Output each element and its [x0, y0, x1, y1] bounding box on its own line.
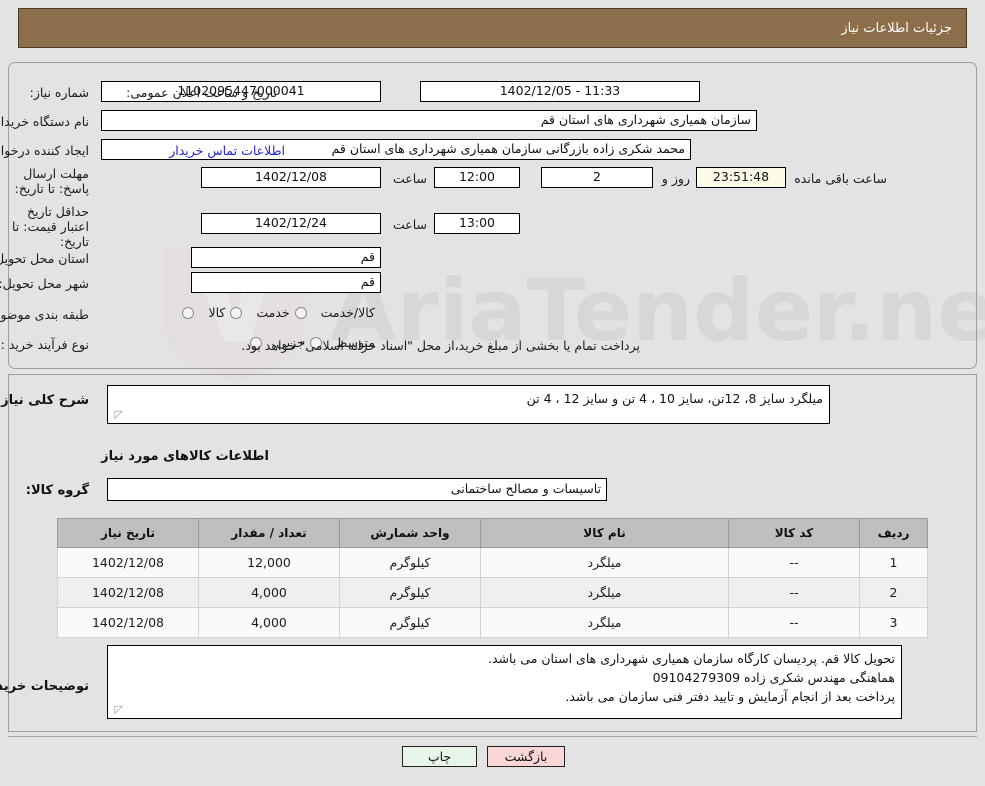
items-table: ردیف کد کالا نام کالا واحد شمارش تعداد /… — [57, 518, 928, 638]
classification-option-1[interactable]: کالا — [182, 305, 225, 320]
radio-icon[interactable] — [182, 306, 195, 319]
price-validity-label: حداقل تاریخ اعتبار قیمت: تا تاریخ: — [11, 204, 89, 249]
radio-icon[interactable] — [294, 306, 307, 319]
cell-unit: کیلوگرم — [339, 607, 481, 638]
buyer-org-value[interactable]: سازمان همیاری شهرداری های استان قم — [101, 110, 757, 131]
cell-name: میلگرد — [480, 547, 729, 578]
summary-textarea[interactable]: میلگرد سایز 8، 12تن، سایز 10 ، 4 تن و سا… — [107, 385, 830, 424]
classification-label: طبقه بندی موضوعی: — [0, 307, 89, 322]
print-button[interactable]: چاپ — [402, 746, 477, 767]
process-label: نوع فرآیند خرید : — [0, 337, 89, 352]
cell-row: 2 — [859, 577, 928, 608]
cell-qty: 4,000 — [198, 607, 340, 638]
buyer-contact-link[interactable]: اطلاعات تماس خریدار — [169, 143, 285, 158]
goods-section-title: اطلاعات کالاهای مورد نیاز — [101, 449, 269, 464]
th-date: تاریخ نیاز — [57, 518, 199, 548]
province-label: استان محل تحویل: — [0, 251, 89, 266]
countdown-value: 23:51:48 — [696, 167, 786, 188]
goods-group-value[interactable]: تاسیسات و مصالح ساختمانی — [107, 478, 607, 501]
province-value[interactable]: قم — [191, 247, 381, 268]
cell-unit: کیلوگرم — [339, 547, 481, 578]
cell-code: -- — [728, 577, 860, 608]
need-number-label: شماره نیاز: — [29, 85, 89, 100]
deadline-hour-label: ساعت — [392, 171, 427, 186]
cell-name: میلگرد — [480, 577, 729, 608]
goods-group-label: گروه کالا: — [25, 483, 89, 498]
cell-name: میلگرد — [480, 607, 729, 638]
classification-option-label: خدمت — [256, 305, 290, 320]
summary-label: شرح کلی نیاز: — [0, 393, 89, 408]
classification-option-label: کالا/خدمت — [320, 305, 375, 320]
price-validity-time-value[interactable]: 13:00 — [434, 213, 520, 234]
cell-qty: 4,000 — [198, 577, 340, 608]
price-validity-hour-label: ساعت — [392, 217, 427, 232]
announce-label: تاریخ و ساعت اعلان عمومی: — [126, 85, 277, 100]
back-button[interactable]: بازگشت — [487, 746, 565, 767]
cell-code: -- — [728, 547, 860, 578]
page-root: AriaTender.net جزئیات اطلاعات نیاز شماره… — [0, 0, 985, 786]
deadline-time-value[interactable]: 12:00 — [434, 167, 520, 188]
buyer-org-label: نام دستگاه خریدار: — [0, 114, 89, 129]
price-validity-date-value[interactable]: 1402/12/24 — [201, 213, 381, 234]
city-label: شهر محل تحویل: — [0, 276, 89, 291]
classification-option-2[interactable]: خدمت — [230, 305, 290, 320]
cell-qty: 12,000 — [198, 547, 340, 578]
process-note: پرداخت تمام یا بخشی از مبلغ خرید،از محل … — [241, 338, 640, 353]
table-row: 2 -- میلگرد کیلوگرم 4,000 1402/12/08 — [57, 577, 928, 608]
cell-unit: کیلوگرم — [339, 577, 481, 608]
classification-radio-group[interactable]: کالا خدمت کالا/خدمت — [182, 305, 375, 320]
th-name: نام کالا — [480, 518, 729, 548]
buyer-notes-label: توضیحات خریدار: — [0, 679, 89, 694]
th-row: ردیف — [859, 518, 928, 548]
footer-divider — [8, 736, 977, 737]
th-code: کد کالا — [728, 518, 860, 548]
cell-date: 1402/12/08 — [57, 607, 199, 638]
radio-icon[interactable] — [230, 306, 243, 319]
classification-option-3[interactable]: کالا/خدمت — [294, 305, 375, 320]
page-header: جزئیات اطلاعات نیاز — [18, 8, 967, 48]
table-header-row: ردیف کد کالا نام کالا واحد شمارش تعداد /… — [57, 518, 928, 548]
table-row: 1 -- میلگرد کیلوگرم 12,000 1402/12/08 — [57, 547, 928, 578]
classification-option-label: کالا — [208, 305, 226, 320]
cell-row: 1 — [859, 547, 928, 578]
city-value[interactable]: قم — [191, 272, 381, 293]
cell-date: 1402/12/08 — [57, 577, 199, 608]
th-unit: واحد شمارش — [339, 518, 481, 548]
creator-label: ایجاد کننده درخواست: — [0, 143, 89, 158]
cell-row: 3 — [859, 607, 928, 638]
days-unit-label: روز و — [661, 171, 690, 186]
deadline-label: مهلت ارسال پاسخ: تا تاریخ: — [14, 166, 89, 196]
days-remaining-value[interactable]: 2 — [541, 167, 653, 188]
th-qty: تعداد / مقدار — [198, 518, 340, 548]
announce-value[interactable]: 11:33 - 1402/12/05 — [420, 81, 700, 102]
countdown-suffix-label: ساعت باقی مانده — [794, 171, 887, 186]
deadline-date-value[interactable]: 1402/12/08 — [201, 167, 381, 188]
table-row: 3 -- میلگرد کیلوگرم 4,000 1402/12/08 — [57, 607, 928, 638]
cell-date: 1402/12/08 — [57, 547, 199, 578]
cell-code: -- — [728, 607, 860, 638]
page-title: جزئیات اطلاعات نیاز — [841, 20, 952, 36]
buyer-notes-textarea[interactable]: تحویل کالا قم. پردیسان کارگاه سازمان همی… — [107, 645, 902, 719]
